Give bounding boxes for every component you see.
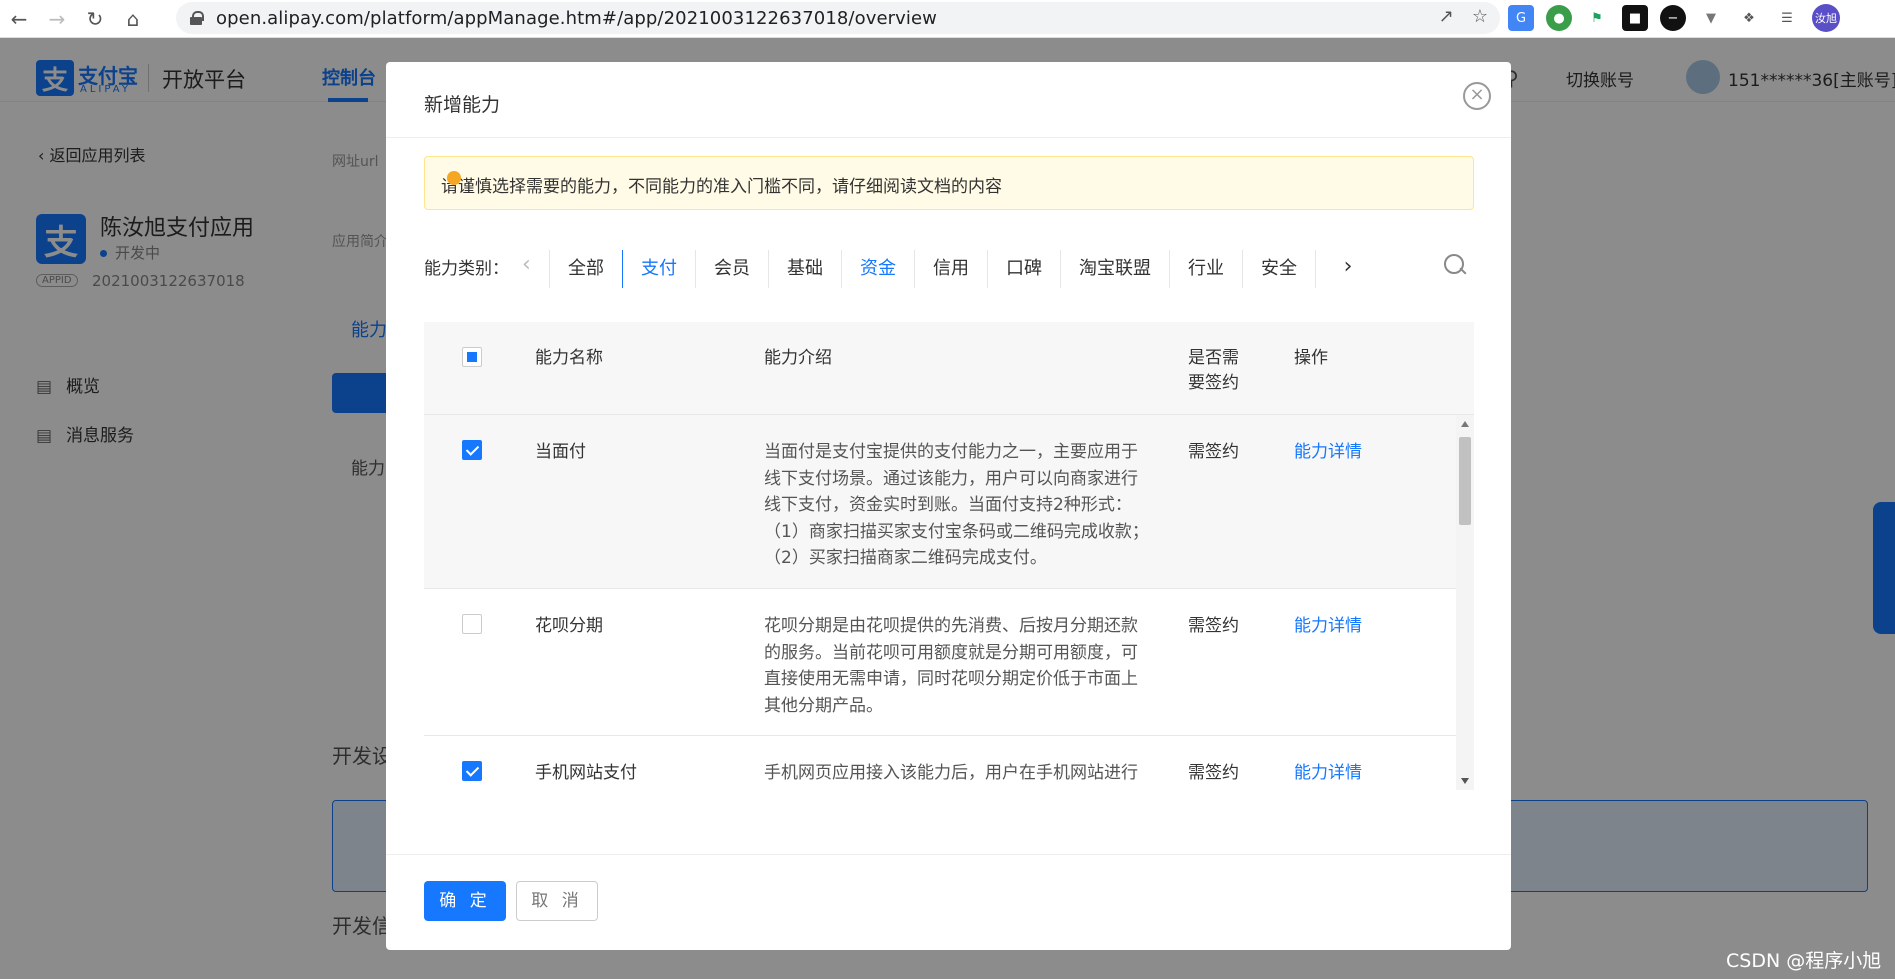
- address-bar[interactable]: open.alipay.com/platform/appManage.htm#/…: [176, 2, 1500, 34]
- add-capability-modal: 新增能力 × 请谨慎选择需要的能力，不同能力的准入门槛不同，请仔细阅读文档的内容…: [386, 62, 1511, 950]
- bookmark-star-icon[interactable]: ☆: [1472, 6, 1488, 27]
- warning-dot-icon: [447, 171, 461, 185]
- scroll-down-arrow-icon[interactable]: [1461, 778, 1469, 784]
- scroll-thumb[interactable]: [1459, 437, 1471, 525]
- category-tab-credit[interactable]: 信用: [914, 250, 987, 288]
- col-need-sign: 是否需要签约: [1188, 348, 1239, 393]
- warning-alert: 请谨慎选择需要的能力，不同能力的准入门槛不同，请仔细阅读文档的内容: [424, 156, 1474, 210]
- browser-toolbar: ← → ↻ ⌂ open.alipay.com/platform/appMana…: [0, 0, 1895, 38]
- category-tab-koubei[interactable]: 口碑: [987, 250, 1060, 288]
- table-row: 花呗分期 花呗分期是由花呗提供的先消费、后按月分期还款的服务。当前花呗可用额度就…: [424, 589, 1456, 736]
- modal-footer-divider: [386, 854, 1511, 855]
- confirm-button[interactable]: 确 定: [424, 881, 506, 921]
- capability-name: 手机网站支付: [535, 763, 637, 783]
- category-label: 能力类别：: [424, 259, 509, 279]
- capability-name: 花呗分期: [535, 616, 603, 636]
- vue-extension-icon[interactable]: ▼: [1698, 5, 1724, 31]
- select-all-checkbox[interactable]: [462, 347, 482, 367]
- home-icon[interactable]: ⌂: [114, 0, 152, 38]
- capability-detail-link[interactable]: 能力详情: [1294, 760, 1362, 787]
- col-action: 操作: [1294, 348, 1328, 368]
- alert-text: 请谨慎选择需要的能力，不同能力的准入门槛不同，请仔细阅读文档的内容: [441, 177, 1002, 197]
- modal-title: 新增能力: [424, 94, 501, 116]
- capability-detail-link[interactable]: 能力详情: [1294, 613, 1362, 640]
- table-header: 能力名称 能力介绍 是否需要签约 操作: [424, 322, 1474, 415]
- category-tabs: 全部 支付 会员 基础 资金 信用 口碑 淘宝联盟 行业 安全 营: [549, 244, 1336, 300]
- capability-desc: 当面付是支付宝提供的支付能力之一，主要应用于线下支付场景。通过该能力，用户可以向…: [764, 442, 1149, 568]
- category-tab-basic[interactable]: 基础: [768, 250, 841, 288]
- need-sign-value: 需签约: [1188, 763, 1239, 783]
- reading-list-icon[interactable]: ☰: [1774, 5, 1800, 31]
- capability-name: 当面付: [535, 442, 586, 462]
- category-tab-member[interactable]: 会员: [695, 250, 768, 288]
- category-tab-taobao-alliance[interactable]: 淘宝联盟: [1060, 250, 1169, 288]
- search-icon[interactable]: [1444, 254, 1466, 276]
- scroll-up-arrow-icon[interactable]: [1461, 421, 1469, 427]
- forward-arrow-icon[interactable]: →: [38, 0, 76, 38]
- need-sign-value: 需签约: [1188, 442, 1239, 462]
- table-row: 当面付 当面付是支付宝提供的支付能力之一，主要应用于线下支付场景。通过该能力，用…: [424, 415, 1456, 589]
- chevron-left-icon[interactable]: ‹: [522, 252, 531, 277]
- cancel-button[interactable]: 取 消: [516, 881, 598, 921]
- capability-detail-link[interactable]: 能力详情: [1294, 439, 1362, 466]
- col-capability-desc: 能力介绍: [764, 348, 832, 368]
- category-tab-payment[interactable]: 支付: [622, 250, 696, 288]
- back-arrow-icon[interactable]: ←: [0, 0, 38, 38]
- lock-icon: [190, 11, 204, 25]
- translate-extension-icon[interactable]: G: [1508, 5, 1534, 31]
- flag-extension-icon[interactable]: ⚑: [1584, 5, 1610, 31]
- close-icon[interactable]: ×: [1463, 82, 1491, 110]
- need-sign-value: 需签约: [1188, 616, 1239, 636]
- table-row: 手机网站支付 手机网页应用接入该能力后，用户在手机网站进行支付时，可通过浏览器唤…: [424, 736, 1456, 790]
- category-tab-funds[interactable]: 资金: [841, 250, 914, 288]
- row-checkbox[interactable]: [462, 614, 482, 634]
- row-checkbox[interactable]: [462, 761, 482, 781]
- globe-extension-icon[interactable]: ●: [1546, 5, 1572, 31]
- capability-desc: 手机网页应用接入该能力后，用户在手机网站进行支付时，可通过浏览器唤起支付宝客户端…: [764, 763, 1138, 790]
- category-tab-industry[interactable]: 行业: [1169, 250, 1242, 288]
- col-capability-name: 能力名称: [535, 348, 603, 368]
- url-text[interactable]: open.alipay.com/platform/appManage.htm#/…: [216, 8, 937, 29]
- table-scrollbar[interactable]: [1456, 415, 1474, 790]
- game-extension-icon[interactable]: ■: [1622, 5, 1648, 31]
- csdn-watermark: CSDN @程序小旭: [1726, 950, 1882, 972]
- minus-extension-icon[interactable]: −: [1660, 5, 1686, 31]
- category-tab-security[interactable]: 安全: [1242, 250, 1315, 288]
- category-tab-all[interactable]: 全部: [549, 250, 622, 288]
- puzzle-icon[interactable]: ❖: [1736, 5, 1762, 31]
- profile-avatar[interactable]: 汝旭: [1812, 4, 1840, 32]
- capability-table: 能力名称 能力介绍 是否需要签约 操作 当面付 当面付是支付宝提供的支付能力之一…: [424, 322, 1474, 790]
- capability-desc: 花呗分期是由花呗提供的先消费、后按月分期还款的服务。当前花呗可用额度就是分期可用…: [764, 616, 1138, 716]
- modal-header-divider: [386, 137, 1511, 138]
- chevron-right-icon[interactable]: ›: [1330, 250, 1366, 286]
- reload-icon[interactable]: ↻: [76, 0, 114, 38]
- row-checkbox[interactable]: [462, 440, 482, 460]
- category-filter: 能力类别： ‹ 全部 支付 会员 基础 资金 信用 口碑 淘宝联盟 行业 安全 …: [424, 244, 1474, 300]
- share-icon[interactable]: ↗: [1439, 6, 1454, 27]
